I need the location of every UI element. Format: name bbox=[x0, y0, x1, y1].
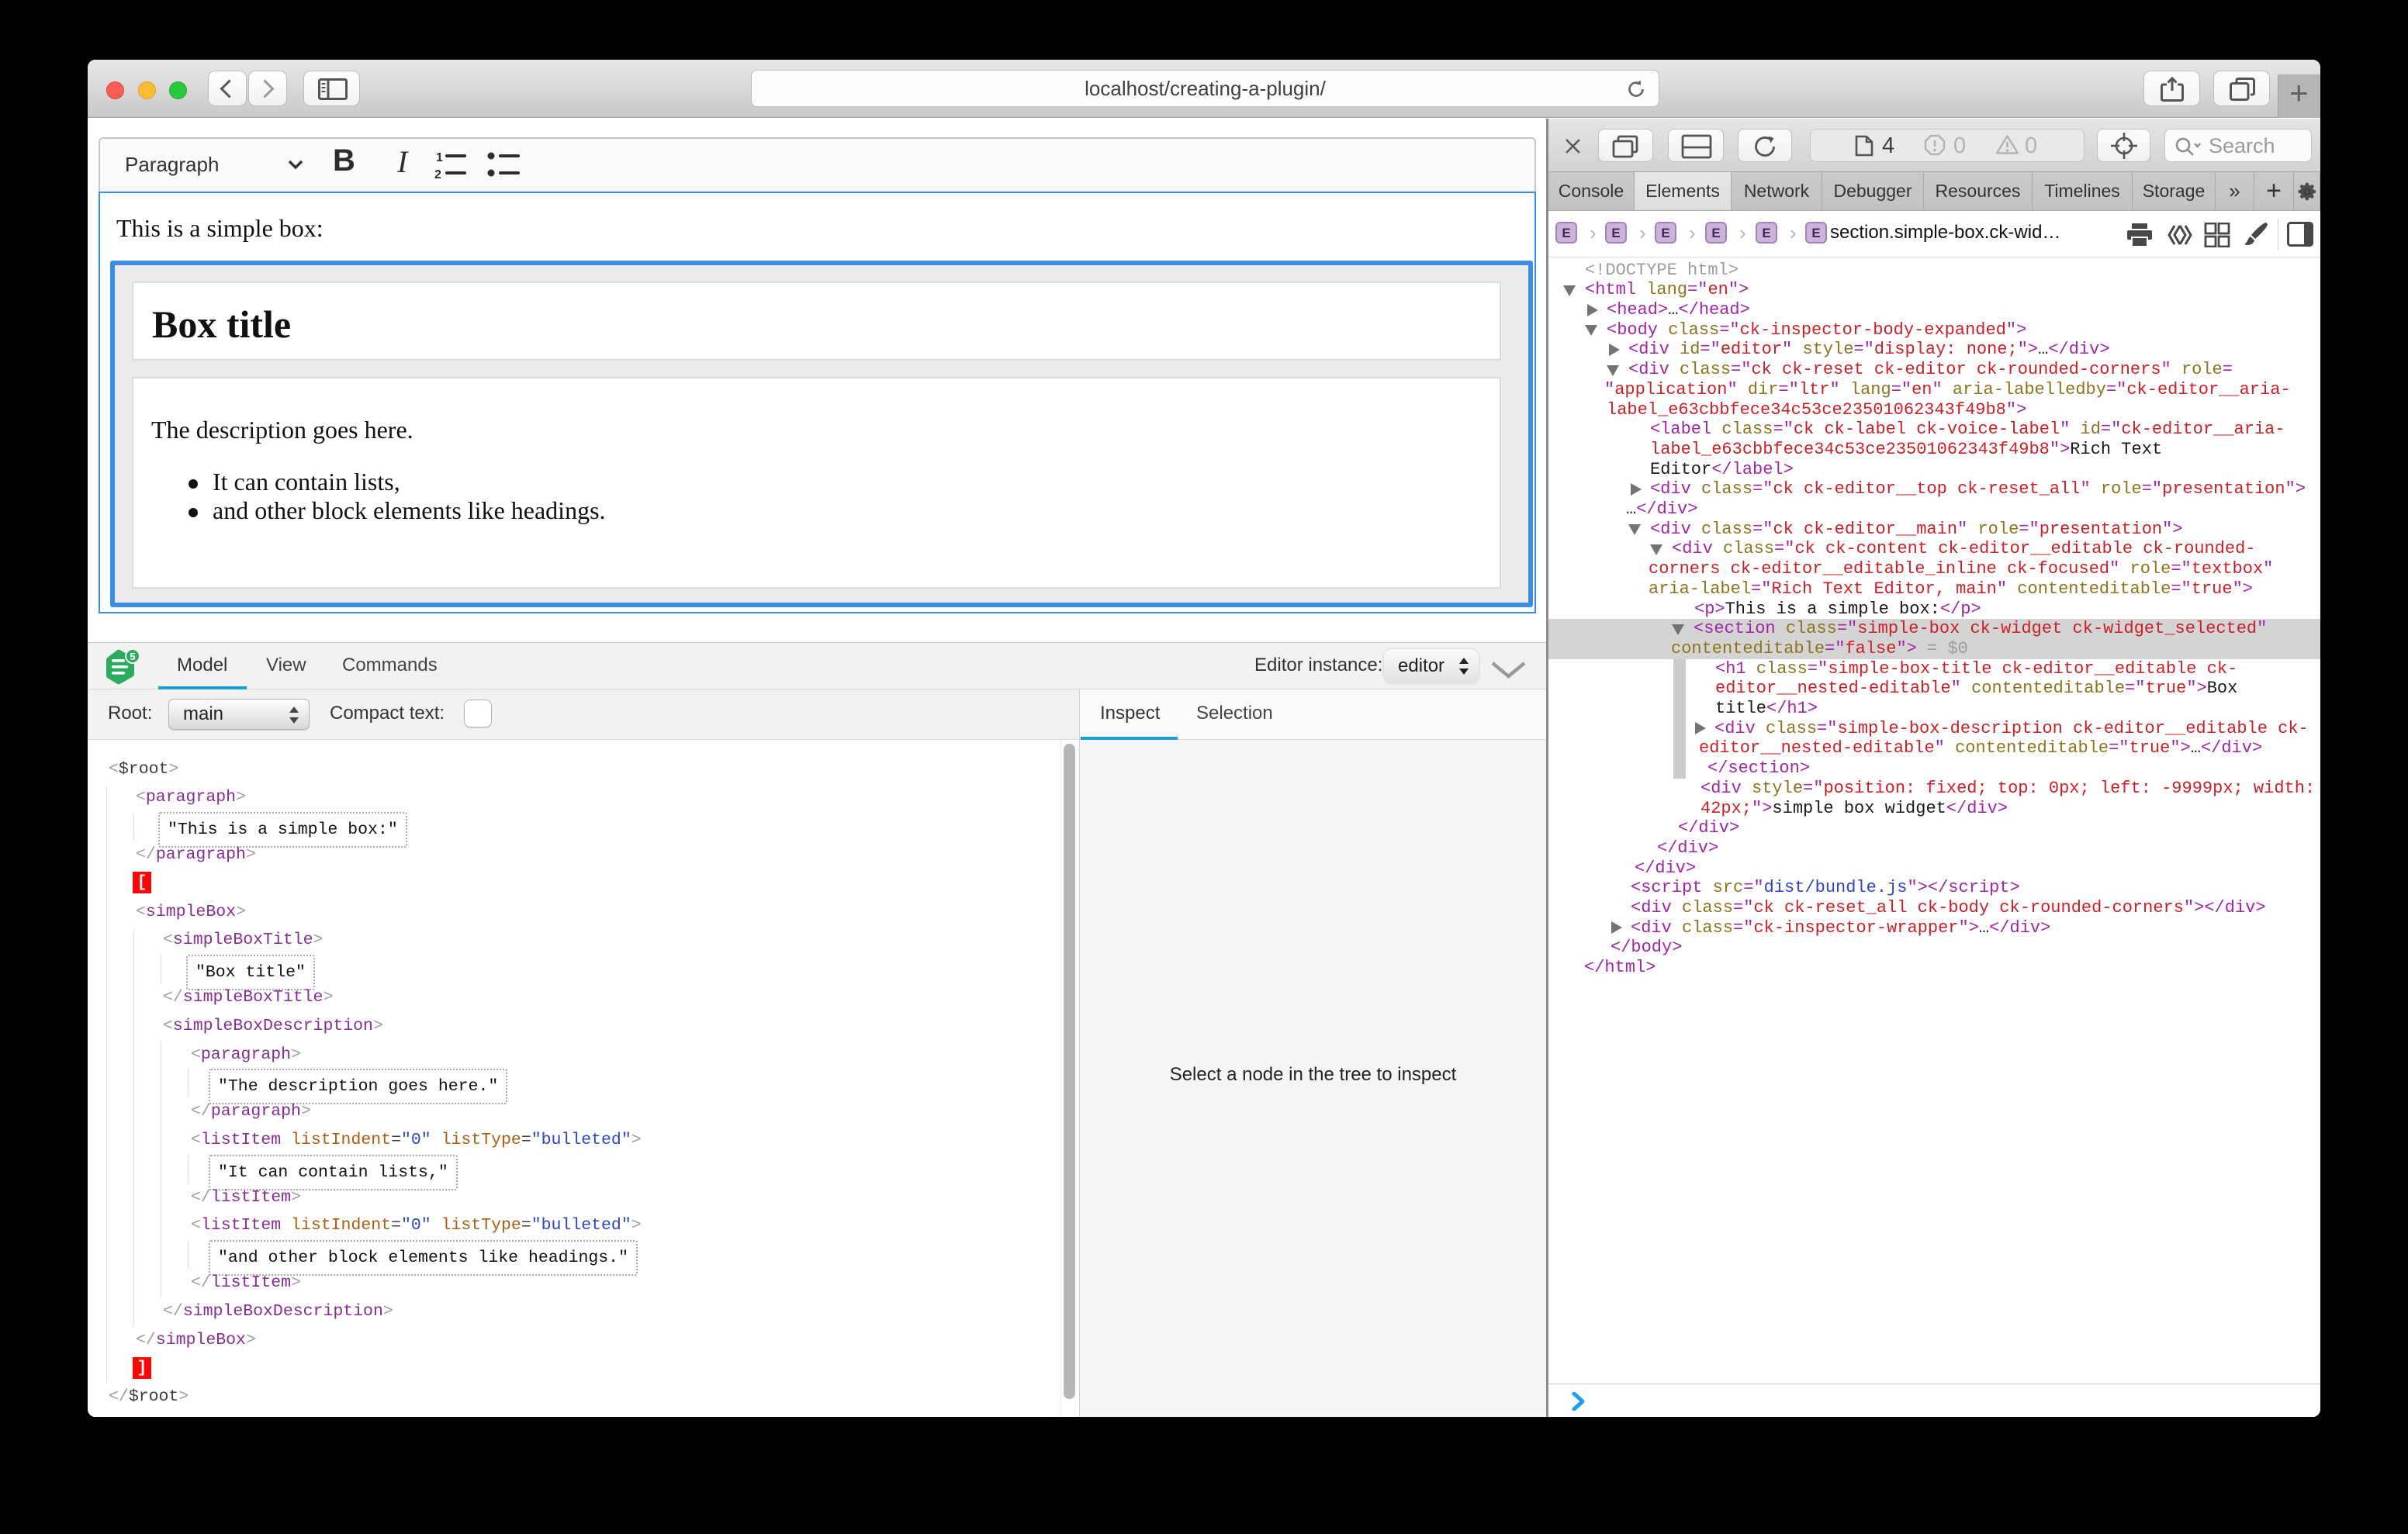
svg-text:1: 1 bbox=[436, 151, 443, 164]
svg-text:5: 5 bbox=[130, 651, 135, 662]
svg-text:2: 2 bbox=[434, 168, 441, 181]
